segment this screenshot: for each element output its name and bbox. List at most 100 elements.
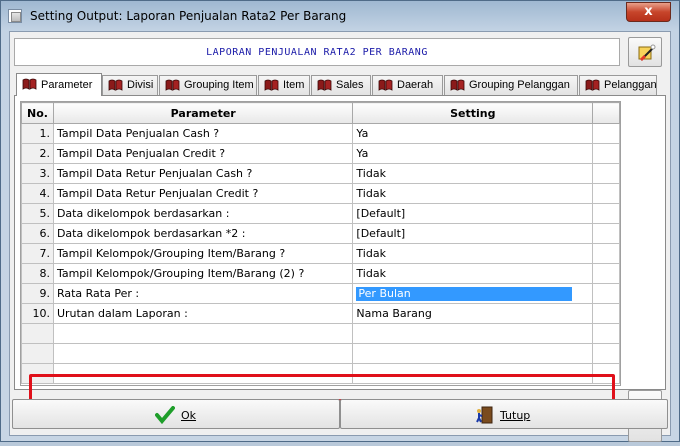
parameter-cell[interactable]: Rata Rata Per : — [52, 283, 354, 304]
empty-cell — [21, 343, 54, 364]
column-header-extra — [592, 102, 620, 124]
row-number: 5. — [21, 203, 54, 224]
empty-cell — [52, 343, 354, 364]
table-row[interactable]: 10. Urutan dalam Laporan : Nama Barang — [21, 303, 620, 324]
app-icon — [8, 9, 22, 23]
table-row[interactable]: 2. Tampil Data Penjualan Credit ? Ya — [21, 143, 620, 164]
book-icon — [585, 79, 600, 91]
tab-divisi[interactable]: Divisi — [102, 75, 158, 95]
extra-cell — [592, 283, 620, 304]
tab-parameter[interactable]: Parameter — [16, 73, 102, 96]
extra-cell — [592, 303, 620, 324]
empty-cell — [352, 363, 594, 384]
setting-cell[interactable]: Nama Barang — [352, 303, 594, 324]
extra-cell — [592, 263, 620, 284]
row-number: 2. — [21, 143, 54, 164]
table-row[interactable]: 8. Tampil Kelompok/Grouping Item/Barang (… — [21, 263, 620, 284]
title-bar[interactable]: Setting Output: Laporan Penjualan Rata2 … — [1, 1, 679, 31]
parameter-cell[interactable]: Tampil Data Retur Penjualan Credit ? — [52, 183, 354, 204]
setting-cell[interactable]: [Default] — [352, 223, 594, 244]
ok-button[interactable]: Ok — [12, 399, 340, 429]
parameter-cell[interactable]: Data dikelompok berdasarkan : — [52, 203, 354, 224]
setting-cell-selected[interactable]: Per Bulan — [352, 283, 594, 304]
column-header-parameter[interactable]: Parameter — [52, 102, 354, 124]
tab-label: Grouping Pelanggan — [469, 79, 570, 91]
empty-row — [21, 323, 620, 344]
row-number: 3. — [21, 163, 54, 184]
table-row[interactable]: 4. Tampil Data Retur Penjualan Credit ? Ti… — [21, 183, 620, 204]
window-title: Setting Output: Laporan Penjualan Rata2 … — [30, 9, 347, 23]
setting-output-window: Setting Output: Laporan Penjualan Rata2 … — [0, 0, 680, 442]
parameter-cell[interactable]: Data dikelompok berdasarkan *2 : — [52, 223, 354, 244]
row-number: 7. — [21, 243, 54, 264]
book-icon — [108, 79, 123, 91]
column-header-setting[interactable]: Setting — [352, 102, 594, 124]
tab-grouping-pelanggan[interactable]: Grouping Pelanggan — [444, 75, 578, 95]
parameter-cell[interactable]: Tampil Data Penjualan Cash ? — [52, 123, 354, 144]
parameter-cell[interactable]: Tampil Kelompok/Grouping Item/Barang ? — [52, 243, 354, 264]
setting-cell[interactable]: [Default] — [352, 203, 594, 224]
book-icon — [378, 79, 393, 91]
wand-icon — [638, 44, 656, 62]
empty-cell — [52, 323, 354, 344]
table-row[interactable]: 3. Tampil Data Retur Penjualan Cash ? Tida… — [21, 163, 620, 184]
table-row[interactable]: 6. Data dikelompok berdasarkan *2 : [Defau… — [21, 223, 620, 244]
exit-door-icon — [476, 406, 493, 424]
row-number: 8. — [21, 263, 54, 284]
checkmark-icon — [155, 406, 175, 424]
empty-cell — [592, 343, 620, 364]
empty-row — [21, 343, 620, 364]
tab-item[interactable]: Item — [258, 75, 310, 95]
setting-cell[interactable]: Tidak — [352, 263, 594, 284]
table-row[interactable]: 7. Tampil Kelompok/Grouping Item/Barang ?… — [21, 243, 620, 264]
report-title: LAPORAN PENJUALAN RATA2 PER BARANG — [206, 47, 428, 58]
row-number: 6. — [21, 223, 54, 244]
parameter-cell[interactable]: Tampil Data Retur Penjualan Cash ? — [52, 163, 354, 184]
parameter-cell[interactable]: Urutan dalam Laporan : — [52, 303, 354, 324]
column-header-no[interactable]: No. — [21, 102, 54, 124]
table-row[interactable]: 1. Tampil Data Penjualan Cash ? Ya — [21, 123, 620, 144]
table-row[interactable]: 9. Rata Rata Per : Per Bulan — [21, 283, 620, 304]
row-number: 9. — [21, 283, 54, 304]
parameter-panel: No. Parameter Setting 1. Tampil Data Penj… — [14, 95, 666, 442]
book-icon — [22, 78, 37, 90]
tutup-button[interactable]: Tutup — [340, 399, 668, 429]
report-tools-button[interactable] — [628, 37, 662, 67]
setting-cell[interactable]: Tidak — [352, 163, 594, 184]
table-row[interactable]: 5. Data dikelompok berdasarkan : [Default] — [21, 203, 620, 224]
row-number: 4. — [21, 183, 54, 204]
book-icon — [264, 79, 279, 91]
empty-cell — [21, 363, 54, 384]
tutup-label: Tutup — [500, 408, 531, 422]
empty-cell — [352, 343, 594, 364]
tab-label: Divisi — [127, 79, 154, 91]
extra-cell — [592, 143, 620, 164]
tab-grouping-item[interactable]: Grouping Item — [159, 75, 257, 95]
empty-cell — [52, 363, 354, 384]
book-icon — [450, 79, 465, 91]
setting-cell[interactable]: Tidak — [352, 243, 594, 264]
tab-label: Pelanggan — [604, 79, 657, 91]
extra-cell — [592, 163, 620, 184]
setting-cell[interactable]: Ya — [352, 123, 594, 144]
close-button[interactable]: x — [626, 2, 671, 22]
extra-cell — [592, 223, 620, 244]
parameter-cell[interactable]: Tampil Kelompok/Grouping Item/Barang (2)… — [52, 263, 354, 284]
tab-daerah[interactable]: Daerah — [372, 75, 443, 95]
setting-cell[interactable]: Tidak — [352, 183, 594, 204]
empty-cell — [352, 323, 594, 344]
setting-cell[interactable]: Ya — [352, 143, 594, 164]
extra-cell — [592, 123, 620, 144]
row-number: 1. — [21, 123, 54, 144]
tab-sales[interactable]: Sales — [311, 75, 371, 95]
tab-label: Item — [283, 79, 305, 91]
row-number: 10. — [21, 303, 54, 324]
extra-cell — [592, 203, 620, 224]
parameter-cell[interactable]: Tampil Data Penjualan Credit ? — [52, 143, 354, 164]
empty-cell — [21, 323, 54, 344]
empty-cell — [592, 323, 620, 344]
empty-cell — [592, 363, 620, 384]
client-area: LAPORAN PENJUALAN RATA2 PER BARANG Param… — [9, 31, 671, 442]
tab-pelanggan[interactable]: Pelanggan — [579, 75, 657, 95]
selected-setting-value[interactable]: Per Bulan — [356, 286, 573, 301]
